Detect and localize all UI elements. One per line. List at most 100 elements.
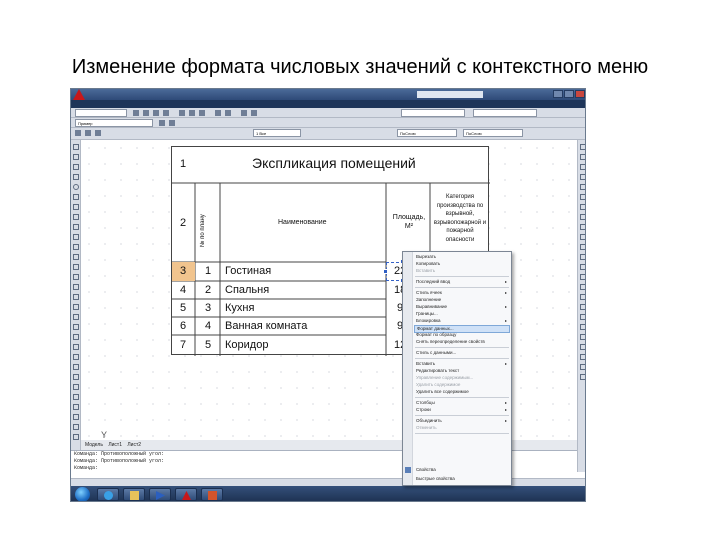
menu-item-data-link[interactable]: Стиль с данными... — [414, 350, 510, 356]
menu-item-merge[interactable]: Объединить — [414, 418, 510, 424]
array-tool-icon[interactable] — [73, 344, 79, 350]
polyline-tool-icon[interactable] — [73, 154, 79, 160]
chamfer-icon[interactable] — [580, 294, 585, 300]
divide-icon[interactable] — [580, 324, 585, 330]
explode-tool-icon[interactable] — [73, 374, 79, 380]
trim-icon[interactable] — [580, 234, 585, 240]
move-tool-icon[interactable] — [73, 274, 79, 280]
menu-item-insert[interactable]: Вставить — [414, 361, 510, 367]
menu-item-cut[interactable]: Вырезать — [414, 254, 510, 260]
line-tool-icon[interactable] — [73, 144, 79, 150]
table-tool-icon[interactable] — [73, 244, 79, 250]
cut-icon[interactable] — [179, 110, 185, 116]
join-tool-icon[interactable] — [73, 414, 79, 420]
zoom-icon[interactable] — [251, 110, 257, 116]
menu-item-copy[interactable]: Копировать — [414, 261, 510, 267]
rotate-tool-icon[interactable] — [73, 284, 79, 290]
taskbar-explorer-button[interactable] — [123, 488, 145, 501]
menu-item-cell-style[interactable]: Стиль ячеек — [414, 290, 510, 296]
annotation-scale-combo[interactable] — [473, 109, 537, 117]
menu-item-properties[interactable]: Свойства — [414, 467, 510, 473]
group-icon[interactable] — [580, 374, 585, 380]
spline-tool-icon[interactable] — [73, 204, 79, 210]
text-style-combo[interactable] — [401, 109, 465, 117]
menu-item-fill[interactable]: Заполнение — [414, 297, 510, 303]
block-tool-icon[interactable] — [73, 224, 79, 230]
erase-tool-icon[interactable] — [73, 384, 79, 390]
menu-item-rows[interactable]: Строки — [414, 407, 510, 413]
offset-tool-icon[interactable] — [73, 324, 79, 330]
align-icon[interactable] — [580, 304, 585, 310]
lengthen-icon[interactable] — [580, 314, 585, 320]
menu-item-locking[interactable]: Блокировка — [414, 318, 510, 324]
menu-item-alignment[interactable]: Выравнивание — [414, 304, 510, 310]
menu-item-delete-content[interactable]: Удалить содержимое — [414, 382, 510, 388]
polygon-tool-icon[interactable] — [73, 164, 79, 170]
rectangle-tool-icon[interactable] — [73, 174, 79, 180]
menu-item-delete-all-content[interactable]: Удалить все содержимое — [414, 389, 510, 395]
offset-icon[interactable] — [580, 174, 585, 180]
dimension-icon[interactable] — [95, 130, 101, 136]
ellipse-tool-icon[interactable] — [73, 214, 79, 220]
minimize-button[interactable] — [553, 90, 563, 98]
properties-icon[interactable] — [580, 344, 585, 350]
workspace-combo[interactable] — [75, 109, 127, 117]
text-tool-icon[interactable] — [73, 254, 79, 260]
scale-icon[interactable] — [580, 214, 585, 220]
modify-icon[interactable] — [85, 130, 91, 136]
rotate-icon[interactable] — [580, 204, 585, 210]
print-icon[interactable] — [163, 110, 169, 116]
hatch-tool-icon[interactable] — [73, 234, 79, 240]
menu-item-manage-content[interactable]: Управление содержимым... — [414, 375, 510, 381]
stretch-icon[interactable] — [580, 224, 585, 230]
copy-icon[interactable] — [189, 110, 195, 116]
edit-icon[interactable] — [580, 364, 585, 370]
scale-tool-icon[interactable] — [73, 294, 79, 300]
mirror-tool-icon[interactable] — [73, 334, 79, 340]
close-button[interactable] — [575, 90, 585, 98]
properties-tool-icon[interactable] — [73, 434, 79, 440]
fillet-tool-icon[interactable] — [73, 354, 79, 360]
break-icon[interactable] — [580, 254, 585, 260]
draw-icon[interactable] — [75, 130, 81, 136]
maximize-button[interactable] — [564, 90, 574, 98]
menu-item-borders[interactable]: Границы... — [414, 311, 510, 317]
layer-state-icon[interactable] — [169, 120, 175, 126]
chamfer-tool-icon[interactable] — [73, 364, 79, 370]
cell-grip-handle[interactable] — [383, 269, 388, 274]
move-icon[interactable] — [580, 194, 585, 200]
layer-properties-icon[interactable] — [159, 120, 165, 126]
dim-tool-icon[interactable] — [73, 264, 79, 270]
redo-icon[interactable] — [225, 110, 231, 116]
menu-item-edit-text[interactable]: Редактировать текст — [414, 368, 510, 374]
menu-item-quick-properties[interactable]: Быстрые свойства — [414, 476, 510, 482]
copy-object-icon[interactable] — [580, 154, 585, 160]
measure-icon[interactable] — [580, 334, 585, 340]
autocad-logo-icon[interactable] — [73, 89, 85, 100]
explode-icon[interactable] — [580, 274, 585, 280]
menu-item-paste[interactable]: Вставить — [414, 268, 510, 274]
extend-tool-icon[interactable] — [73, 314, 79, 320]
undo-icon[interactable] — [215, 110, 221, 116]
tab-model[interactable]: Модель — [85, 440, 103, 450]
taskbar-media-button[interactable] — [149, 488, 171, 501]
menu-item-unmerge[interactable]: Отменить — [414, 425, 510, 431]
stretch-tool-icon[interactable] — [73, 394, 79, 400]
menu-item-match-cell[interactable]: Формат по образцу — [414, 332, 510, 338]
erase-icon[interactable] — [580, 144, 585, 150]
taskbar-autocad-button[interactable] — [175, 488, 197, 501]
menu-item-remove-overrides[interactable]: Снять переопределение свойств — [414, 339, 510, 345]
match-properties-icon[interactable] — [580, 354, 585, 360]
fillet-icon[interactable] — [580, 264, 585, 270]
menu-item-recent-input[interactable]: Последний ввод — [414, 279, 510, 285]
layer-combo[interactable]: Пример — [75, 119, 153, 127]
extend-icon[interactable] — [580, 244, 585, 250]
array-icon[interactable] — [580, 184, 585, 190]
mirror-icon[interactable] — [580, 164, 585, 170]
trim-tool-icon[interactable] — [73, 304, 79, 310]
tab-layout1[interactable]: Лист1 — [108, 440, 122, 450]
start-button[interactable] — [75, 487, 90, 501]
circle-tool-icon[interactable] — [73, 184, 79, 190]
taskbar-ie-button[interactable] — [97, 488, 119, 501]
tab-layout2[interactable]: Лист2 — [127, 440, 141, 450]
